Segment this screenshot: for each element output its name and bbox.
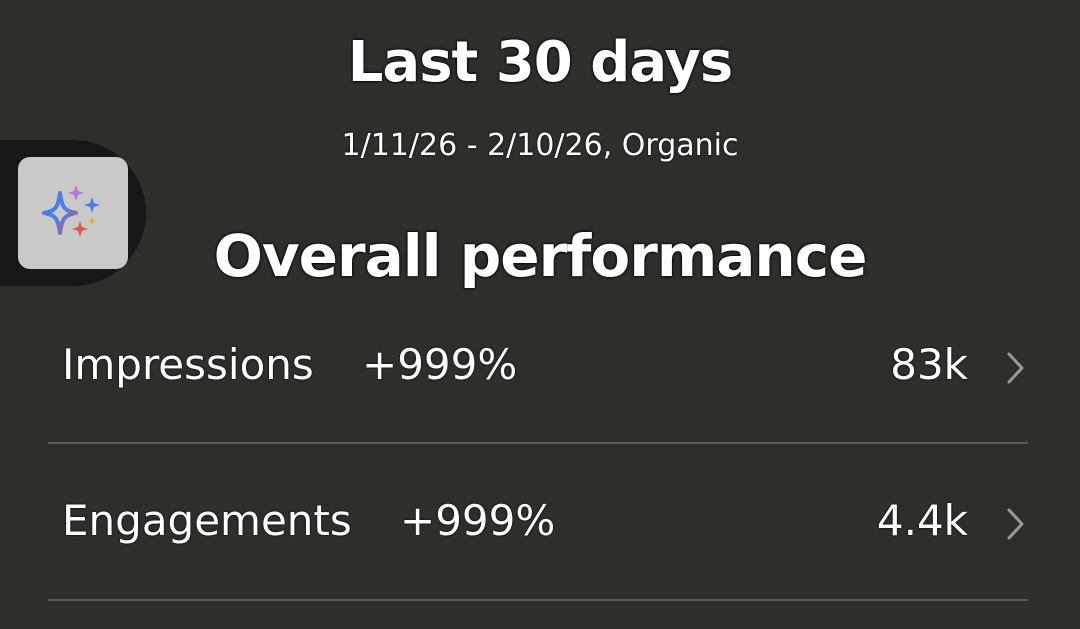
metric-name: Impressions <box>62 340 314 389</box>
divider <box>48 599 1028 601</box>
date-range-filter[interactable]: 1/11/26 - 2/10/26, Organic <box>0 128 1080 163</box>
analytics-screen: Last 30 days 1/11/26 - 2/10/26, Organic <box>0 0 1080 629</box>
page-title: Last 30 days <box>347 30 733 95</box>
chevron-right-icon <box>1007 352 1024 384</box>
divider <box>48 442 1028 444</box>
metric-value: 4.4k <box>876 496 968 545</box>
metric-name: Engagements <box>62 496 352 545</box>
chevron-right-icon <box>1007 508 1024 540</box>
metric-change: +999% <box>400 496 556 545</box>
metric-row-impressions[interactable]: Impressions +999% 83k <box>50 318 1030 418</box>
metric-value: 83k <box>890 340 968 389</box>
metric-row-engagements[interactable]: Engagements +999% 4.4k <box>50 474 1030 574</box>
section-title: Overall performance <box>213 222 868 290</box>
metric-change: +999% <box>362 340 518 389</box>
